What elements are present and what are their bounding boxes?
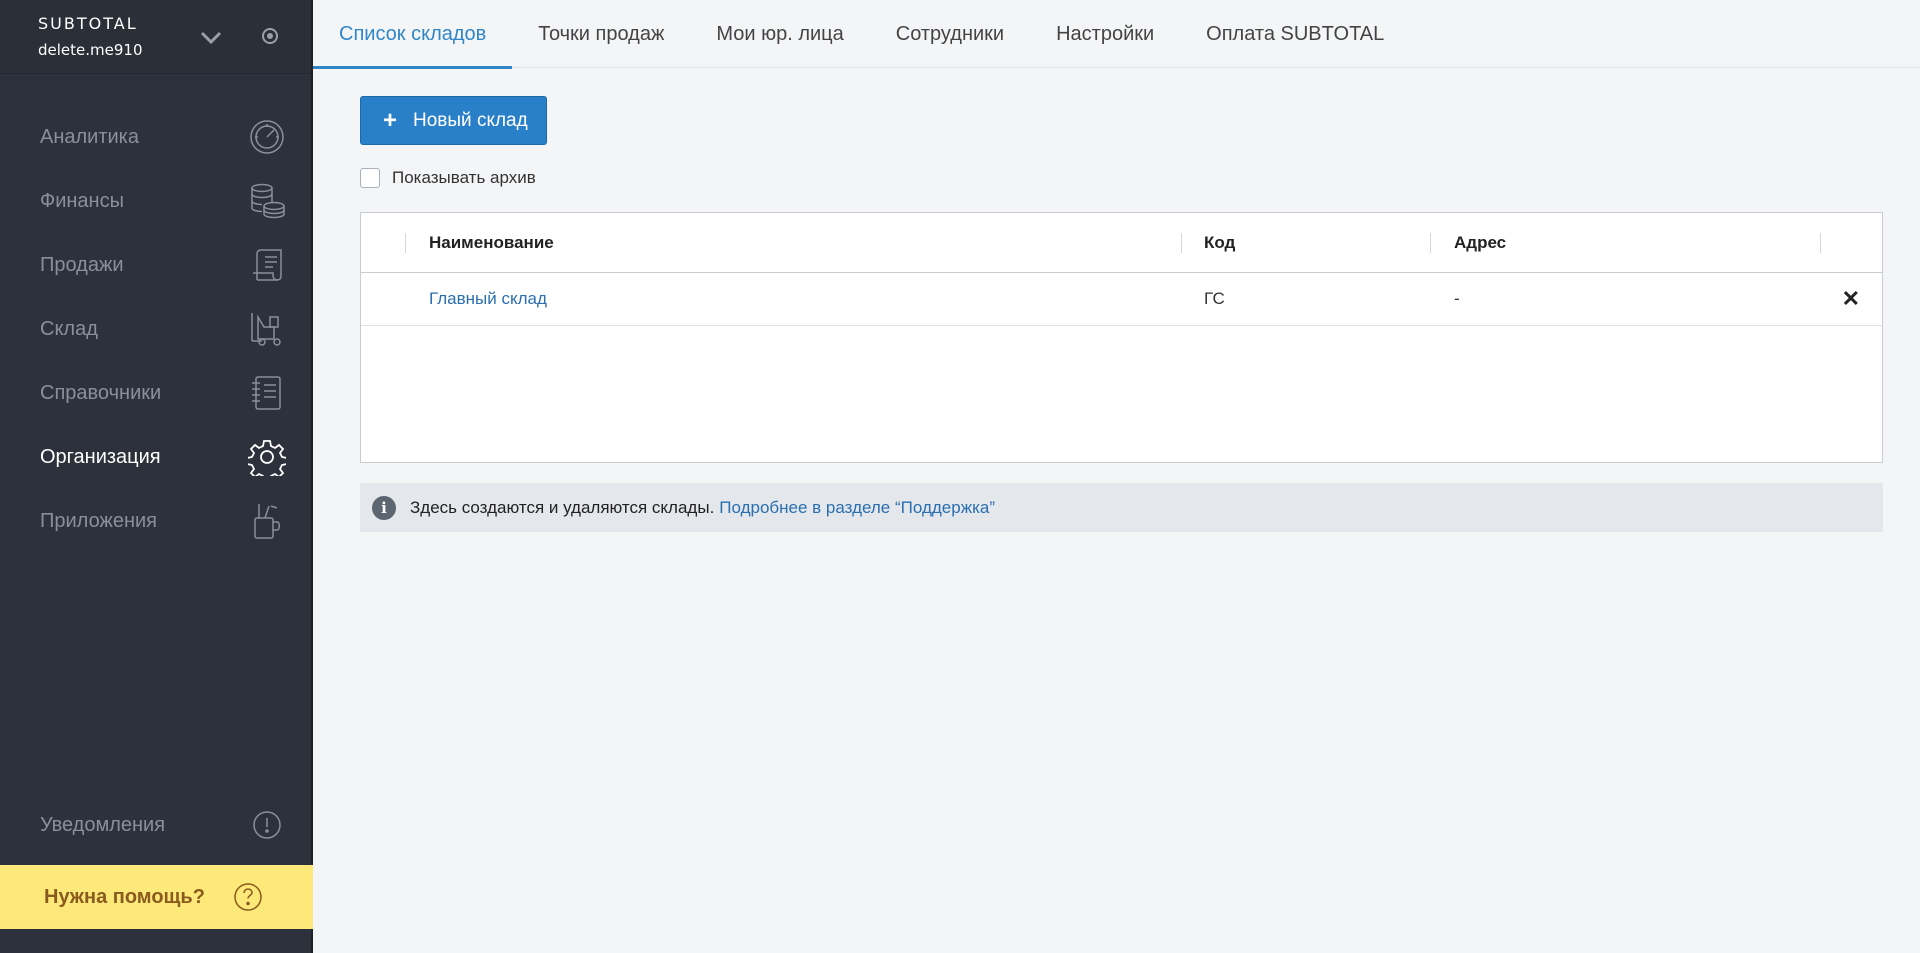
- info-text: Здесь создаются и удаляются склады.: [410, 497, 715, 517]
- sidebar-item-apps[interactable]: Приложения: [0, 489, 311, 553]
- question-icon: [234, 883, 262, 911]
- new-warehouse-button[interactable]: + Новый склад: [360, 96, 547, 145]
- main-content: + Новый склад Показывать архив Наименова…: [360, 96, 1883, 532]
- tools-cup-icon: [247, 501, 287, 541]
- speedometer-icon: [247, 117, 287, 157]
- tab-legal-entities[interactable]: Мои юр. лица: [690, 0, 869, 68]
- notifications-item[interactable]: Уведомления: [0, 793, 311, 857]
- column-divider: [1820, 233, 1821, 253]
- tab-settings[interactable]: Настройки: [1030, 0, 1180, 68]
- delete-icon[interactable]: ✕: [1842, 286, 1860, 312]
- receipt-icon: [247, 245, 287, 285]
- target-icon[interactable]: [260, 26, 280, 46]
- sidebar-item-warehouse[interactable]: Склад: [0, 297, 311, 361]
- new-warehouse-label: Новый склад: [413, 109, 528, 131]
- show-archive-label: Показывать архив: [392, 168, 536, 187]
- tab-payment[interactable]: Оплата SUBTOTAL: [1180, 0, 1410, 68]
- column-divider: [1181, 233, 1182, 253]
- help-label: Нужна помощь?: [44, 885, 205, 908]
- show-archive-checkbox[interactable]: [360, 168, 380, 188]
- gear-icon: [247, 437, 287, 477]
- help-button[interactable]: Нужна помощь?: [0, 865, 313, 929]
- show-archive-toggle[interactable]: Показывать архив: [360, 168, 1883, 188]
- column-header-code[interactable]: Код: [1204, 233, 1235, 253]
- sidebar-item-label: Аналитика: [40, 125, 139, 148]
- sidebar-nav: Аналитика Финансы Продажи Склад Справочн…: [0, 105, 311, 553]
- chevron-down-icon[interactable]: [198, 24, 224, 50]
- info-banner: i Здесь создаются и удаляются склады. По…: [360, 483, 1883, 532]
- sidebar-item-analytics[interactable]: Аналитика: [0, 105, 311, 169]
- alert-icon: [247, 805, 287, 845]
- sidebar-item-label: Финансы: [40, 189, 124, 212]
- sidebar-item-finance[interactable]: Финансы: [0, 169, 311, 233]
- tab-employees[interactable]: Сотрудники: [870, 0, 1030, 68]
- notifications-label: Уведомления: [40, 813, 166, 836]
- tab-warehouses[interactable]: Список складов: [313, 0, 513, 69]
- warehouses-table: Наименование Код Адрес Главный склад ГС …: [360, 212, 1883, 463]
- plus-icon: +: [383, 106, 398, 134]
- column-divider: [1430, 233, 1431, 253]
- column-divider: [405, 233, 406, 253]
- info-icon: i: [372, 495, 396, 520]
- column-header-address[interactable]: Адрес: [1454, 233, 1506, 253]
- warehouse-name-link[interactable]: Главный склад: [429, 289, 547, 309]
- sidebar: SUBTOTAL delete.me910 Аналитика Финансы …: [0, 0, 313, 953]
- warehouse-code: ГС: [1204, 289, 1225, 308]
- sidebar-item-label: Склад: [40, 317, 98, 340]
- support-link[interactable]: Подробнее в разделе “Поддержка”: [719, 498, 995, 518]
- forklift-icon: [247, 309, 287, 349]
- sidebar-item-organization[interactable]: Организация: [0, 425, 311, 489]
- tab-sale-points[interactable]: Точки продаж: [512, 0, 690, 68]
- table-header: Наименование Код Адрес: [361, 213, 1882, 273]
- coins-icon: [247, 181, 287, 221]
- brand-header: SUBTOTAL delete.me910: [0, 0, 311, 74]
- sidebar-item-label: Приложения: [40, 509, 158, 532]
- column-header-name[interactable]: Наименование: [429, 233, 554, 253]
- warehouse-address: -: [1454, 289, 1460, 308]
- sidebar-item-label: Организация: [40, 445, 161, 468]
- sidebar-item-label: Справочники: [40, 381, 162, 404]
- notebook-icon: [247, 373, 287, 413]
- table-row: Главный склад ГС - ✕: [361, 273, 1882, 326]
- sidebar-item-label: Продажи: [40, 253, 124, 276]
- sidebar-item-directories[interactable]: Справочники: [0, 361, 311, 425]
- sidebar-item-sales[interactable]: Продажи: [0, 233, 311, 297]
- top-tabs: Список складов Точки продаж Мои юр. лица…: [313, 0, 1920, 69]
